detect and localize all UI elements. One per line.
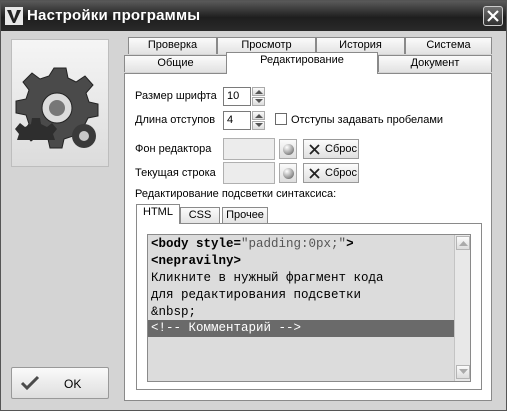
code-line[interactable]: Кликните в нужный фрагмент кода [151, 270, 384, 287]
subtab-css[interactable]: CSS [180, 207, 220, 224]
tab-label: Просмотр [241, 39, 292, 51]
reset-label: Сброс [325, 167, 357, 179]
editor-bg-label: Фон редактора [135, 143, 212, 155]
reset-label: Сброс [325, 143, 357, 155]
chevron-down-icon [255, 123, 263, 127]
color-ball-icon [283, 168, 294, 179]
color-ball-icon [283, 144, 294, 155]
tab-label: Проверка [147, 39, 198, 51]
editor-bg-color-swatch [223, 138, 275, 160]
spaces-checkbox-label: Отступы задавать пробелами [291, 114, 444, 126]
current-line-reset-button[interactable]: Сброс [303, 163, 359, 183]
editor-bg-reset-button[interactable]: Сброс [303, 139, 359, 159]
code-line[interactable]: &nbsp; [151, 304, 196, 321]
spin-up-button[interactable] [252, 111, 265, 120]
code-unknown-tag: <nepravilny> [151, 254, 242, 268]
current-line-color-picker[interactable] [279, 163, 297, 183]
ok-label: OK [64, 377, 82, 391]
code-line[interactable]: <nepravilny> [151, 253, 241, 270]
tab-label: Общие [157, 57, 194, 69]
spaces-checkbox[interactable] [275, 113, 287, 125]
code-line[interactable]: для редактирования подсветки [151, 287, 361, 304]
spin-down-button[interactable] [252, 121, 265, 130]
ok-button[interactable]: OK [11, 367, 109, 399]
tab-label: Редактирование [260, 54, 344, 66]
tab-system[interactable]: Система [405, 37, 492, 54]
spin-up-button[interactable] [252, 87, 265, 96]
settings-illustration [11, 39, 109, 167]
tab-label: CSS [188, 209, 212, 221]
code-tag: <body [151, 237, 189, 251]
tab-label: Документ [410, 57, 460, 69]
tab-label: История [339, 39, 382, 51]
current-line-color-swatch [223, 162, 275, 184]
scroll-down-button[interactable] [456, 365, 470, 379]
tab-document[interactable]: Документ [378, 55, 492, 72]
current-line-label: Текущая строка [135, 167, 216, 179]
chevron-up-icon [459, 241, 468, 246]
code-tag-end: > [346, 237, 354, 251]
chevron-down-icon [459, 369, 468, 374]
settings-dialog: Настройки программы OK Проверка Просмотр… [0, 0, 507, 411]
chevron-up-icon [255, 114, 263, 118]
chevron-down-icon [255, 99, 263, 103]
tab-label: Система [426, 39, 471, 51]
editor-vertical-scrollbar[interactable] [454, 235, 470, 381]
scroll-up-button[interactable] [456, 236, 470, 250]
code-attr-value: "padding:0px;" [241, 237, 347, 251]
tab-general[interactable]: Общие [124, 55, 227, 72]
title-bar[interactable]: Настройки программы [1, 1, 506, 31]
checkmark-icon [20, 375, 40, 391]
font-size-stepper[interactable] [252, 87, 265, 106]
spin-down-button[interactable] [252, 97, 265, 106]
indent-input[interactable]: 4 [223, 111, 251, 130]
x-icon [309, 168, 320, 179]
indent-stepper[interactable] [252, 111, 265, 130]
tab-editing[interactable]: Редактирование [226, 52, 378, 74]
syntax-preview-editor[interactable]: <body style="padding:0px;"> <nepravilny>… [147, 234, 471, 382]
font-size-label: Размер шрифта [135, 90, 217, 102]
x-icon [309, 144, 320, 155]
font-size-input[interactable]: 10 [223, 87, 251, 106]
indent-label: Длина отступов [135, 114, 216, 126]
gears-icon [15, 67, 99, 149]
close-button[interactable] [483, 6, 503, 26]
app-logo-icon [5, 7, 23, 25]
subtab-html[interactable]: HTML [136, 204, 180, 224]
code-line[interactable]: <body style="padding:0px;"> [151, 236, 354, 253]
window-title: Настройки программы [27, 7, 201, 24]
editor-bg-color-picker[interactable] [279, 139, 297, 159]
close-icon [487, 10, 499, 22]
subtab-other[interactable]: Прочее [222, 207, 268, 224]
code-comment-line[interactable]: <!-- Комментарий --> [151, 320, 301, 337]
syntax-highlighting-label: Редактирование подсветки синтаксиса: [135, 188, 337, 200]
code-attr: style= [188, 237, 242, 251]
tab-label: Прочее [226, 209, 264, 221]
tab-label: HTML [143, 206, 173, 218]
tab-check[interactable]: Проверка [128, 37, 217, 54]
chevron-up-icon [255, 90, 263, 94]
